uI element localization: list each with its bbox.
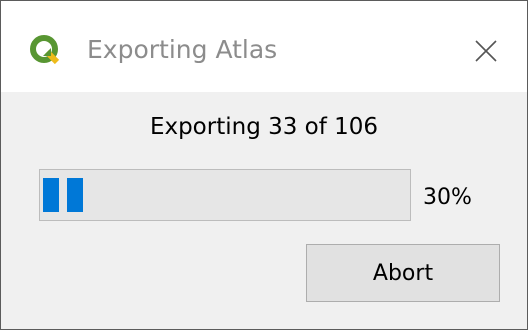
abort-button[interactable]: Abort — [306, 244, 500, 302]
progress-percent-label: 30% — [423, 185, 472, 210]
close-button[interactable] — [463, 29, 509, 73]
qgis-logo-icon — [29, 34, 61, 66]
window-title: Exporting Atlas — [87, 35, 278, 64]
title-bar[interactable]: Exporting Atlas — [1, 1, 527, 92]
export-atlas-dialog: Exporting Atlas Exporting 33 of 106 30% … — [0, 0, 528, 330]
close-icon — [475, 40, 497, 62]
export-status-text: Exporting 33 of 106 — [149, 114, 379, 140]
progress-bar-fill — [43, 178, 83, 212]
export-progress-bar — [39, 169, 411, 221]
